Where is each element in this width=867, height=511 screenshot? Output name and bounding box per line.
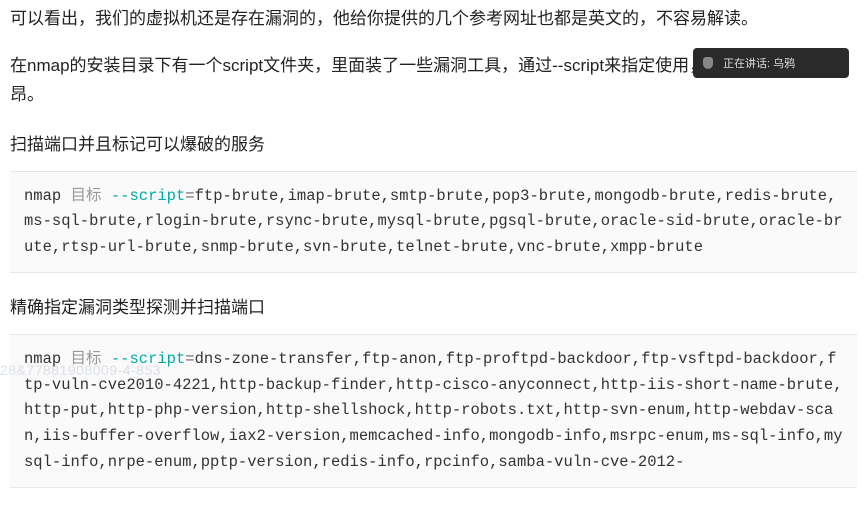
code-block-brute: nmap 目标 --script=ftp-brute,imap-brute,sm… — [10, 171, 857, 274]
code-eq-2: = — [185, 350, 194, 368]
speaking-notice: 正在讲话: 乌鸦 — [693, 48, 849, 78]
code-target-2: 目标 — [71, 350, 102, 368]
code-block-vuln: nmap 目标 --script=dns-zone-transfer,ftp-a… — [10, 334, 857, 488]
paragraph-1: 可以看出，我们的虚拟机还是存在漏洞的，他给你提供的几个参考网址也都是英文的，不容… — [10, 5, 857, 34]
code-target: 目标 — [71, 187, 102, 205]
code-scripts-list-2: dns-zone-transfer,ftp-anon,ftp-proftpd-b… — [24, 350, 843, 470]
speaking-notice-text: 正在讲话: 乌鸦 — [723, 55, 795, 71]
code-cmd: nmap — [24, 187, 61, 205]
article-content: 可以看出，我们的虚拟机还是存在漏洞的，他给你提供的几个参考网址也都是英文的，不容… — [0, 0, 867, 511]
heading-brute: 扫描端口并且标记可以爆破的服务 — [10, 130, 857, 155]
heading-vuln: 精确指定漏洞类型探测并扫描端口 — [10, 293, 857, 318]
code-flag-2: --script — [111, 350, 185, 368]
mic-icon — [703, 57, 713, 69]
code-flag: --script — [111, 187, 185, 205]
code-cmd-2: nmap — [24, 350, 61, 368]
code-eq: = — [185, 187, 194, 205]
